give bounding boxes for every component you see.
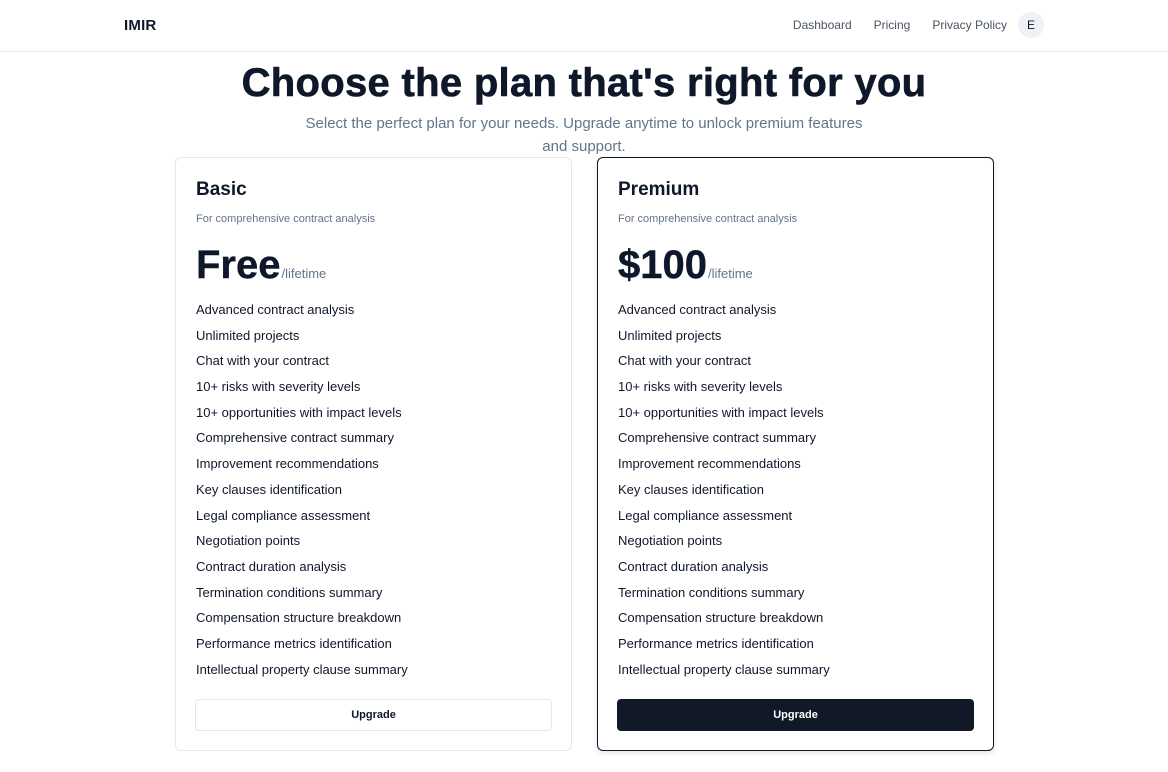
plan-name: Basic	[196, 179, 247, 200]
feature-item: Termination conditions summary	[196, 584, 383, 600]
feature-item: Intellectual property clause summary	[196, 661, 408, 677]
feature-item: 10+ opportunities with impact levels	[196, 404, 402, 420]
feature-item: Compensation structure breakdown	[618, 610, 824, 626]
feature-item: Unlimited projects	[618, 327, 722, 343]
feature-item: Negotiation points	[196, 533, 301, 549]
feature-item: Negotiation points	[618, 533, 723, 549]
plan-price: $100	[618, 243, 707, 287]
upgrade-button-basic[interactable]: Upgrade	[195, 699, 552, 731]
feature-item: Unlimited projects	[196, 327, 300, 343]
price-row: $100 /lifetime	[618, 241, 973, 291]
feature-item: Legal compliance assessment	[196, 507, 371, 523]
feature-item: Performance metrics identification	[618, 635, 814, 651]
nav-link-pricing[interactable]: Pricing	[874, 18, 911, 32]
feature-item: Legal compliance assessment	[618, 507, 793, 523]
plan-price: Free	[196, 243, 281, 287]
feature-item: Comprehensive contract summary	[618, 430, 816, 446]
feature-item: Performance metrics identification	[196, 635, 392, 651]
feature-item: Compensation structure breakdown	[196, 610, 402, 626]
feature-item: Chat with your contract	[618, 353, 751, 369]
feature-list: Advanced contract analysis Unlimited proj…	[196, 297, 551, 682]
plan-card-premium: Premium For comprehensive contract analy…	[597, 157, 994, 751]
upgrade-button-premium[interactable]: Upgrade	[617, 699, 974, 731]
page-subtitle: Select the perfect plan for your needs. …	[305, 115, 863, 155]
plan-description: For comprehensive contract analysis	[618, 213, 798, 225]
plan-name: Premium	[618, 179, 700, 200]
feature-item: Improvement recommendations	[196, 456, 379, 472]
feature-item: Contract duration analysis	[618, 558, 769, 574]
brand-logo[interactable]: IMIR	[124, 17, 156, 34]
feature-item: Comprehensive contract summary	[196, 430, 394, 446]
top-navbar: IMIR Dashboard Pricing Privacy Policy E	[0, 0, 1168, 52]
plan-card-basic: Basic For comprehensive contract analysi…	[175, 157, 572, 751]
feature-item: Advanced contract analysis	[618, 302, 777, 317]
feature-item: Advanced contract analysis	[196, 302, 355, 317]
feature-item: Key clauses identification	[618, 481, 764, 497]
feature-item: 10+ opportunities with impact levels	[618, 404, 824, 420]
plan-period: /lifetime	[281, 266, 327, 281]
feature-item: Contract duration analysis	[196, 558, 347, 574]
plan-description: For comprehensive contract analysis	[196, 213, 376, 225]
nav-link-dashboard[interactable]: Dashboard	[793, 18, 852, 32]
feature-item: Chat with your contract	[196, 353, 329, 369]
feature-item: Intellectual property clause summary	[618, 661, 830, 677]
feature-item: Termination conditions summary	[618, 584, 805, 600]
price-row: Free /lifetime	[196, 241, 551, 291]
feature-list: Advanced contract analysis Unlimited proj…	[618, 297, 973, 682]
nav-link-privacy-policy[interactable]: Privacy Policy	[932, 18, 1007, 32]
nav-links: Dashboard Pricing Privacy Policy E	[793, 12, 1044, 38]
feature-item: 10+ risks with severity levels	[196, 379, 361, 395]
user-avatar[interactable]: E	[1018, 12, 1044, 38]
feature-item: 10+ risks with severity levels	[618, 379, 783, 395]
feature-item: Improvement recommendations	[618, 456, 801, 472]
plan-period: /lifetime	[707, 266, 753, 281]
feature-item: Key clauses identification	[196, 481, 342, 497]
page-title: Choose the plan that's right for you	[241, 61, 927, 106]
